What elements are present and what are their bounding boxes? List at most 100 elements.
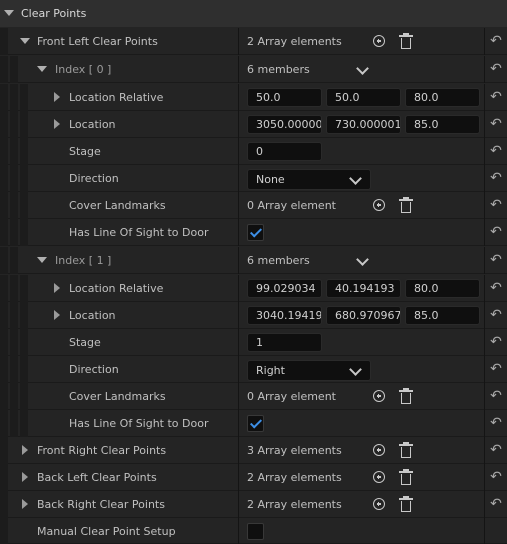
details-panel: Clear Points Front Left Clear Points 2 A… xyxy=(0,0,507,544)
location-relative-label: Location Relative xyxy=(69,91,164,104)
trash-icon[interactable] xyxy=(399,197,413,213)
reset-arrow-icon[interactable]: ↶ xyxy=(487,169,505,187)
checkmark-icon xyxy=(249,416,263,429)
reset-arrow-icon[interactable]: ↶ xyxy=(487,333,505,351)
row-stage-0: Stage 0 ↶ xyxy=(0,138,507,165)
location-relative-z-input[interactable]: 80.0 xyxy=(405,279,480,298)
add-element-icon[interactable] xyxy=(373,471,385,483)
reset-arrow-icon[interactable]: ↶ xyxy=(487,414,505,432)
row-front-right-clear-points: Front Right Clear Points 3 Array element… xyxy=(0,437,507,464)
location-relative-y-input[interactable]: 50.0 xyxy=(326,88,401,107)
direction-label: Direction xyxy=(69,172,119,185)
category-clear-points[interactable]: Clear Points xyxy=(0,0,507,27)
expand-arrow-icon[interactable] xyxy=(54,119,60,129)
expand-arrow-icon[interactable] xyxy=(22,499,28,509)
line-of-sight-label: Has Line Of Sight to Door xyxy=(69,417,209,430)
location-z-input[interactable]: 85.0 xyxy=(405,115,480,134)
stage-input[interactable]: 0 xyxy=(247,142,322,161)
trash-icon[interactable] xyxy=(399,496,413,512)
row-direction-1: Direction Right ↶ xyxy=(0,356,507,383)
expand-arrow-icon[interactable] xyxy=(54,92,60,102)
location-z-input[interactable]: 85.0 xyxy=(405,306,480,325)
reset-arrow-icon[interactable]: ↶ xyxy=(487,306,505,324)
trash-icon[interactable] xyxy=(399,33,413,49)
row-manual-clear-point-setup: Manual Clear Point Setup xyxy=(0,518,507,544)
trash-icon[interactable] xyxy=(399,388,413,404)
front-right-count: 3 Array elements xyxy=(247,444,342,457)
location-relative-x-input[interactable]: 50.0 xyxy=(247,88,322,107)
row-front-left-clear-points: Front Left Clear Points 2 Array elements… xyxy=(0,28,507,55)
reset-arrow-icon[interactable]: ↶ xyxy=(487,441,505,459)
reset-arrow-icon[interactable]: ↶ xyxy=(487,142,505,160)
chevron-down-icon[interactable] xyxy=(356,62,369,75)
row-location-relative-0: Location Relative 50.0 50.0 80.0 ↶ xyxy=(0,84,507,111)
expand-arrow-icon[interactable] xyxy=(37,66,47,72)
add-element-icon[interactable] xyxy=(373,35,385,47)
index-1-label: Index [ 1 ] xyxy=(55,254,112,267)
row-index-1: Index [ 1 ] 6 members ↶ xyxy=(0,247,507,274)
reset-arrow-icon[interactable]: ↶ xyxy=(487,468,505,486)
location-label: Location xyxy=(69,118,116,131)
line-of-sight-checkbox[interactable] xyxy=(247,415,264,432)
trash-icon[interactable] xyxy=(399,469,413,485)
reset-arrow-icon[interactable]: ↶ xyxy=(487,360,505,378)
location-y-input[interactable]: 680.970967 xyxy=(326,306,401,325)
add-element-icon[interactable] xyxy=(373,390,385,402)
cover-landmarks-label: Cover Landmarks xyxy=(69,199,166,212)
reset-arrow-icon[interactable]: ↶ xyxy=(487,279,505,297)
add-element-icon[interactable] xyxy=(373,199,385,211)
location-relative-x-input[interactable]: 99.029034 xyxy=(247,279,322,298)
location-relative-z-input[interactable]: 80.0 xyxy=(405,88,480,107)
expand-arrow-icon[interactable] xyxy=(20,38,30,44)
reset-arrow-icon[interactable]: ↶ xyxy=(487,88,505,106)
expand-arrow-icon[interactable] xyxy=(37,257,47,263)
location-y-input[interactable]: 730.000001 xyxy=(326,115,401,134)
row-location-0: Location 3050.00000 730.000001 85.0 ↶ xyxy=(0,111,507,138)
expand-arrow-icon[interactable] xyxy=(54,283,60,293)
row-index-0: Index [ 0 ] 6 members ↶ xyxy=(0,56,507,83)
line-of-sight-checkbox[interactable] xyxy=(247,224,264,241)
direction-dropdown[interactable]: Right xyxy=(247,360,371,381)
location-relative-label: Location Relative xyxy=(69,282,164,295)
reset-arrow-icon[interactable]: ↶ xyxy=(487,60,505,78)
reset-arrow-icon[interactable]: ↶ xyxy=(487,32,505,50)
row-location-1: Location 3040.19419 680.970967 85.0 ↶ xyxy=(0,302,507,329)
chevron-down-icon[interactable] xyxy=(356,253,369,266)
stage-input[interactable]: 1 xyxy=(247,333,322,352)
cover-landmarks-count: 0 Array element xyxy=(247,199,336,212)
cover-landmarks-label: Cover Landmarks xyxy=(69,390,166,403)
location-relative-y-input[interactable]: 40.194193 xyxy=(326,279,401,298)
location-x-input[interactable]: 3040.19419 xyxy=(247,306,322,325)
back-right-count: 2 Array elements xyxy=(247,498,342,511)
front-left-label: Front Left Clear Points xyxy=(37,35,158,48)
direction-dropdown[interactable]: None xyxy=(247,169,371,190)
manual-setup-label: Manual Clear Point Setup xyxy=(37,525,176,538)
row-line-of-sight-1: Has Line Of Sight to Door ↶ xyxy=(0,410,507,437)
manual-setup-checkbox[interactable] xyxy=(247,523,264,540)
chevron-down-icon xyxy=(349,172,362,185)
expand-arrow-icon[interactable] xyxy=(54,310,60,320)
index-1-members: 6 members xyxy=(247,254,310,267)
add-element-icon[interactable] xyxy=(373,444,385,456)
direction-value: None xyxy=(256,173,285,186)
stage-label: Stage xyxy=(69,145,101,158)
reset-arrow-icon[interactable]: ↶ xyxy=(487,115,505,133)
location-x-input[interactable]: 3050.00000 xyxy=(247,115,322,134)
expand-arrow-icon[interactable] xyxy=(4,10,14,16)
front-left-count: 2 Array elements xyxy=(247,35,342,48)
index-0-members: 6 members xyxy=(247,63,310,76)
reset-arrow-icon[interactable]: ↶ xyxy=(487,251,505,269)
cover-landmarks-count: 0 Array element xyxy=(247,390,336,403)
expand-arrow-icon[interactable] xyxy=(22,472,28,482)
trash-icon[interactable] xyxy=(399,442,413,458)
back-left-count: 2 Array elements xyxy=(247,471,342,484)
add-element-icon[interactable] xyxy=(373,498,385,510)
row-cover-landmarks-1: Cover Landmarks 0 Array element ↶ xyxy=(0,383,507,410)
reset-arrow-icon[interactable]: ↶ xyxy=(487,196,505,214)
reset-arrow-icon[interactable]: ↶ xyxy=(487,387,505,405)
reset-arrow-icon[interactable]: ↶ xyxy=(487,223,505,241)
reset-arrow-icon[interactable]: ↶ xyxy=(487,495,505,513)
expand-arrow-icon[interactable] xyxy=(22,445,28,455)
row-cover-landmarks-0: Cover Landmarks 0 Array element ↶ xyxy=(0,192,507,219)
front-right-label: Front Right Clear Points xyxy=(37,444,167,457)
